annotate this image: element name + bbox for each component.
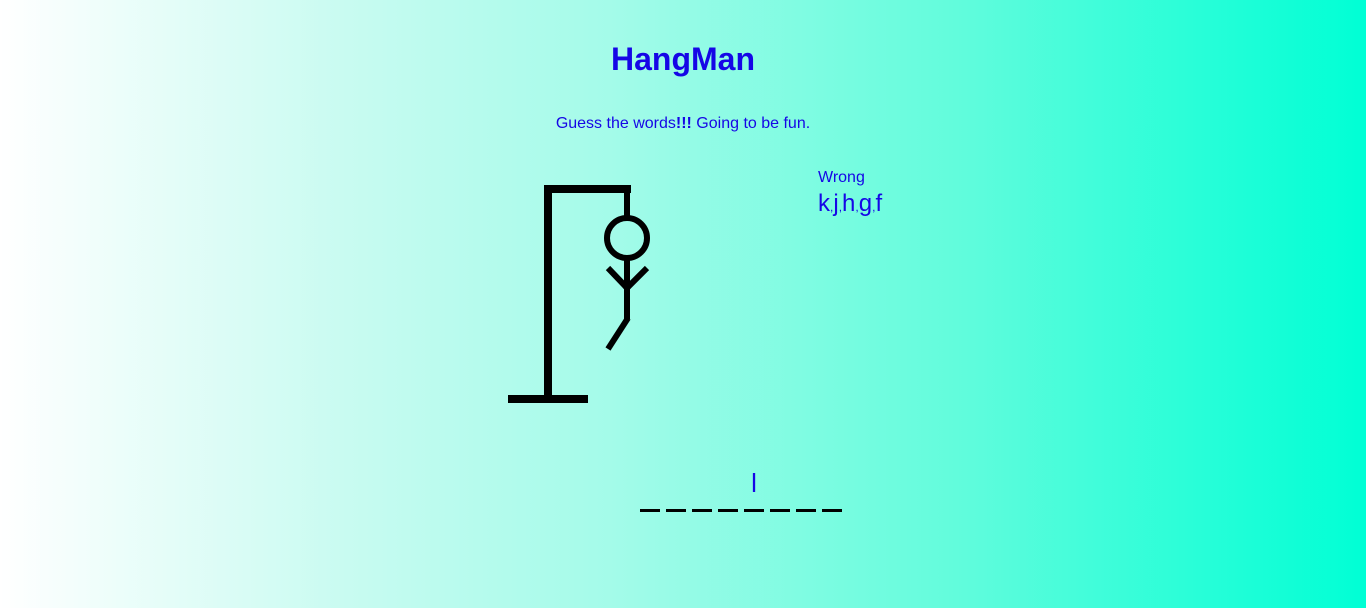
hangman-head <box>604 215 650 261</box>
wrong-letter: k <box>818 190 830 217</box>
subtitle-text: Guess the words <box>555 115 676 132</box>
wrong-letters: k,j,h,g,f <box>818 190 882 221</box>
wrong-letter: f <box>875 190 883 217</box>
subtitle-text-end: Going to be fun. <box>691 115 811 132</box>
slot-underline <box>640 509 660 512</box>
word-slot <box>822 466 842 512</box>
subtitle-exclamation: !!! <box>675 115 692 132</box>
word-slot <box>796 466 816 512</box>
word-slot <box>666 466 686 512</box>
word-slot <box>640 466 660 512</box>
hangman-left-leg <box>605 316 631 351</box>
wrong-letter: g <box>858 190 873 217</box>
word-slot <box>770 466 790 512</box>
word-slot <box>718 466 738 512</box>
page-title: HangMan <box>611 41 755 77</box>
slot-underline <box>796 509 816 512</box>
slot-underline <box>692 509 712 512</box>
slot-underline <box>770 509 790 512</box>
wrong-letter: h <box>842 190 856 217</box>
slot-letter: l <box>751 468 757 498</box>
page-subtitle: Guess the words!!! Going to be fun. <box>0 114 1366 134</box>
word-display: l <box>640 466 842 512</box>
slot-underline <box>718 509 738 512</box>
slot-underline <box>822 509 842 512</box>
hangman-figure <box>508 185 650 403</box>
wrong-label: Wrong <box>818 169 865 186</box>
word-slot <box>692 466 712 512</box>
wrong-guesses-panel: Wrong k,j,h,g,f <box>818 168 882 221</box>
word-slot: l <box>744 466 764 512</box>
slot-underline <box>744 509 764 512</box>
slot-underline <box>666 509 686 512</box>
